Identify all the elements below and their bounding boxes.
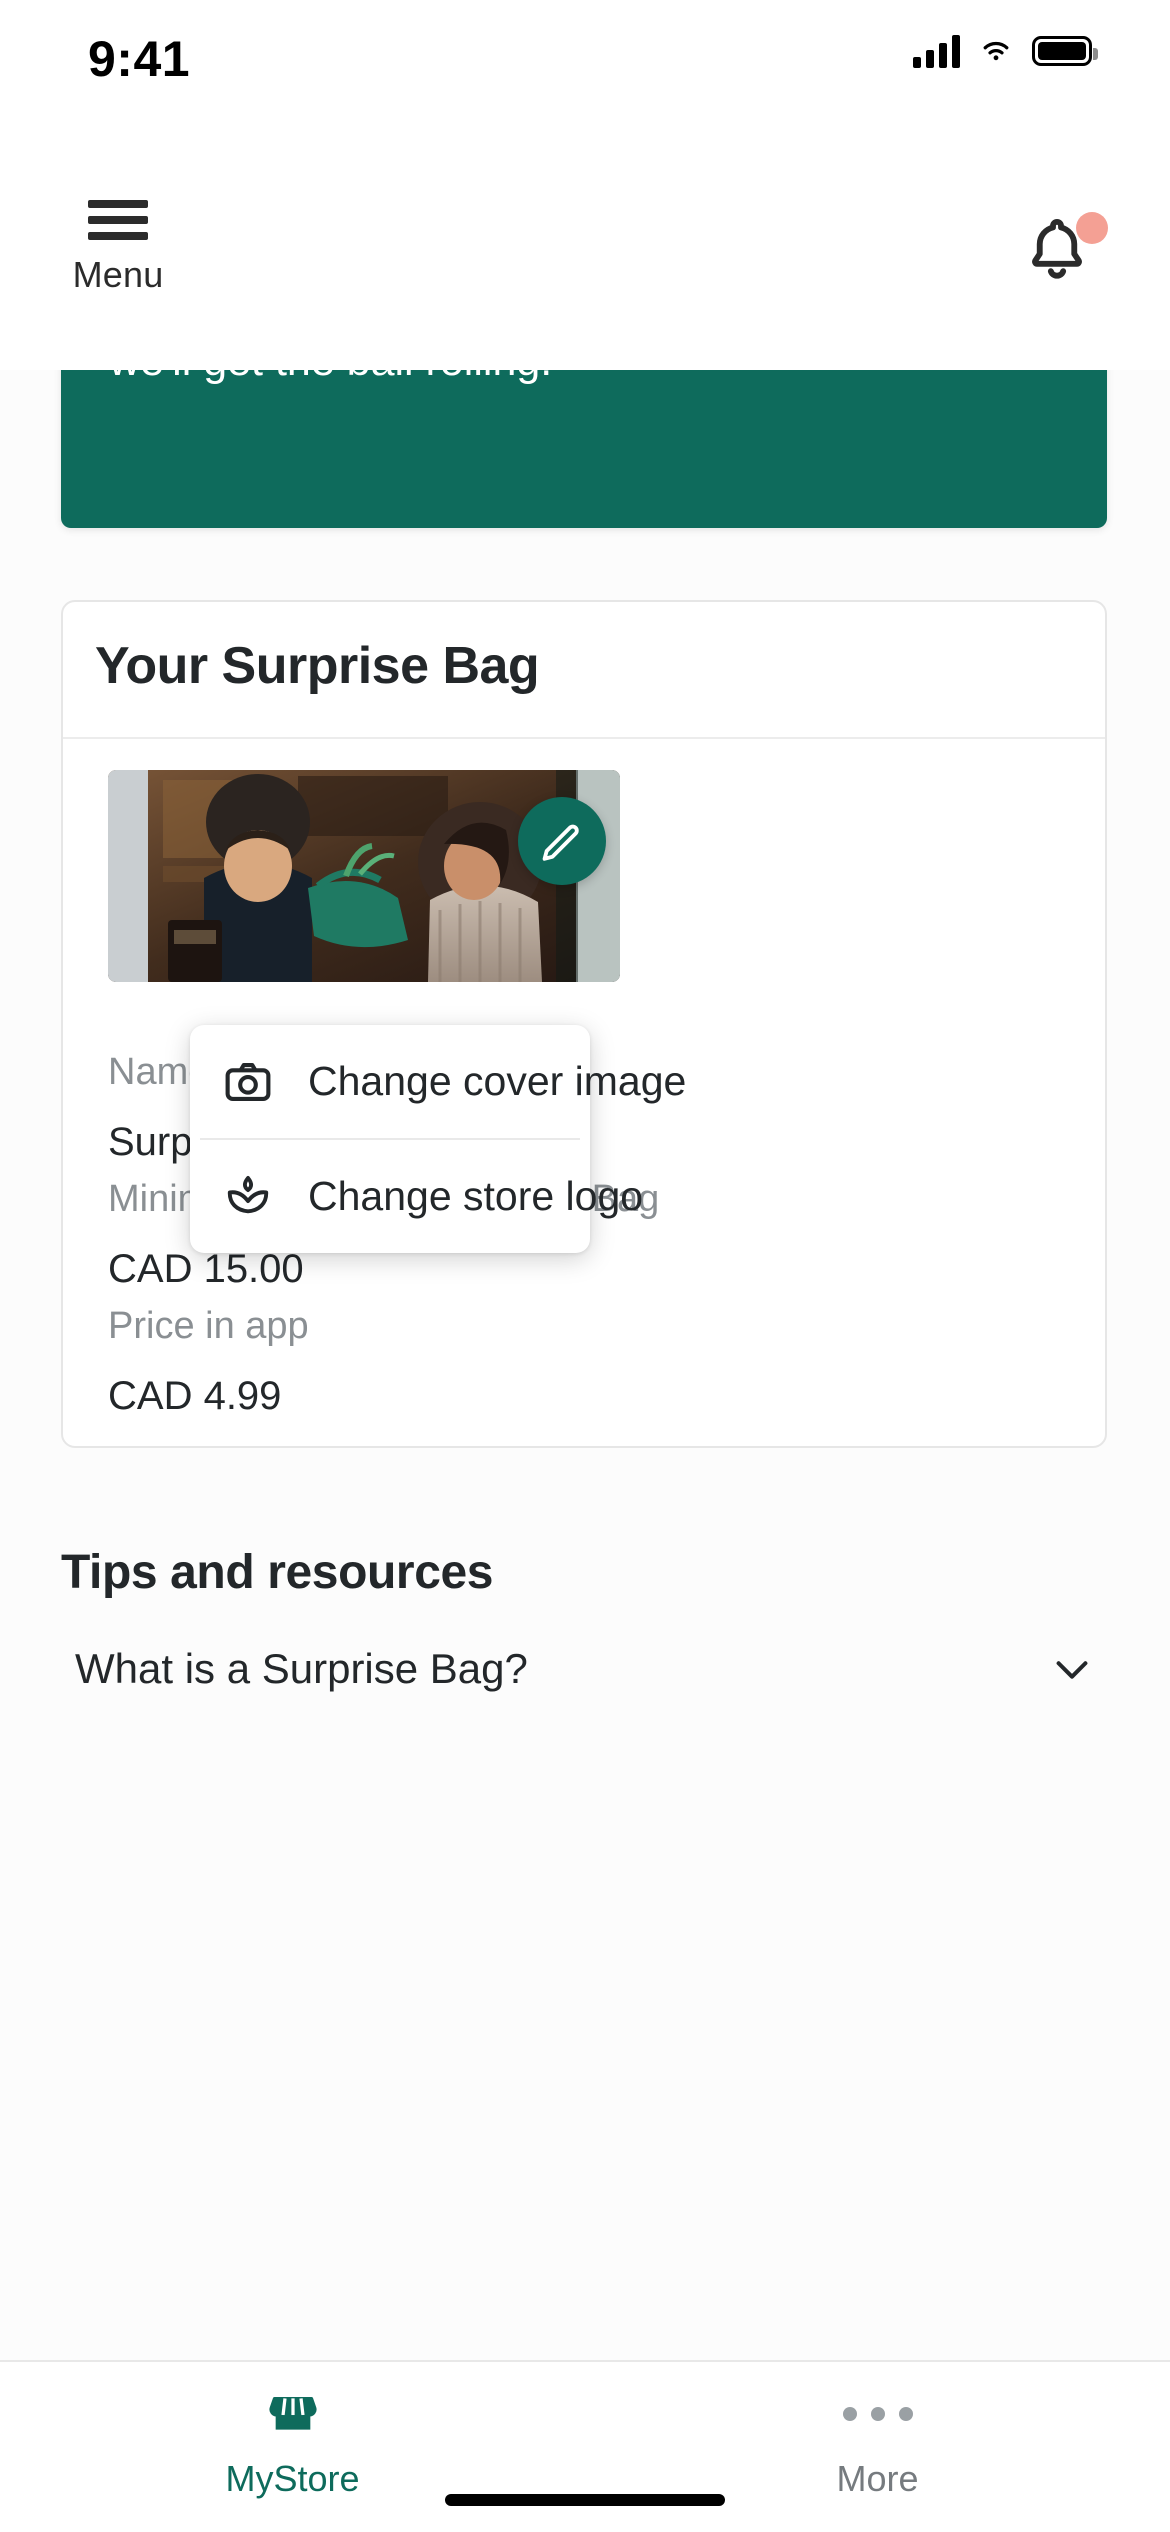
storefront-icon	[268, 2396, 317, 2430]
tips-item-label: What is a Surprise Bag?	[75, 1645, 528, 1692]
lotus-logo-icon	[220, 1169, 276, 1225]
edit-cover-button[interactable]	[518, 797, 606, 885]
field-price-in-app-label: Price in app	[108, 1305, 309, 1347]
popup-item-change-store-logo-label: Change store logo	[308, 1173, 644, 1219]
hamburger-menu-icon	[88, 200, 148, 240]
image-options-popup: Change cover image Change store logo	[190, 1025, 686, 1253]
battery-full-icon	[1032, 36, 1098, 66]
tips-section-title: Tips and resources	[61, 1546, 494, 1599]
status-time: 9:41	[88, 31, 191, 87]
menu-label: Menu	[72, 254, 164, 295]
card-divider	[63, 737, 1105, 739]
info-banner-text: get started, you can reach out to us dir…	[109, 370, 1059, 392]
popup-item-change-cover-image-label: Change cover image	[308, 1058, 687, 1104]
surprise-bag-card: Your Surprise Bag Name Surprise Minimum …	[61, 600, 1107, 1448]
home-indicator	[445, 2494, 725, 2506]
tab-mystore-label: MyStore	[225, 2458, 360, 2499]
chevron-down-icon	[1056, 1661, 1088, 1679]
field-price-in-app-value: CAD 4.99	[108, 1373, 282, 1418]
ellipsis-icon	[842, 2388, 913, 2440]
notification-button[interactable]	[1020, 212, 1110, 292]
cellular-signal-icon	[913, 34, 960, 68]
popup-item-change-store-logo[interactable]: Change store logo	[190, 1140, 643, 1253]
main-content: get started, you can reach out to us dir…	[0, 370, 1170, 2360]
wifi-icon	[983, 41, 1009, 61]
info-banner: get started, you can reach out to us dir…	[61, 370, 1107, 528]
field-price-in-app: Price in app CAD 4.99	[108, 1304, 309, 1420]
phone-screen: 9:41 Menu get started, you	[0, 0, 1170, 2532]
card-title: Your Surprise Bag	[95, 637, 540, 695]
pencil-icon	[542, 824, 579, 861]
app-header: Menu	[0, 138, 1170, 370]
tab-mystore[interactable]: MyStore	[0, 2362, 585, 2532]
notification-badge	[1076, 212, 1108, 244]
popup-item-change-cover-image[interactable]: Change cover image	[190, 1025, 686, 1138]
tips-item-what-is-a-surprise-bag[interactable]: What is a Surprise Bag?	[75, 1645, 1095, 1693]
tab-more[interactable]: More	[585, 2362, 1170, 2532]
menu-button[interactable]: Menu	[48, 200, 188, 296]
tab-more-label: More	[836, 2458, 919, 2499]
camera-icon	[220, 1054, 276, 1110]
status-bar: 9:41	[0, 0, 1170, 138]
bottom-tab-bar: MyStore More	[0, 2360, 1170, 2532]
status-indicators	[913, 34, 1098, 68]
